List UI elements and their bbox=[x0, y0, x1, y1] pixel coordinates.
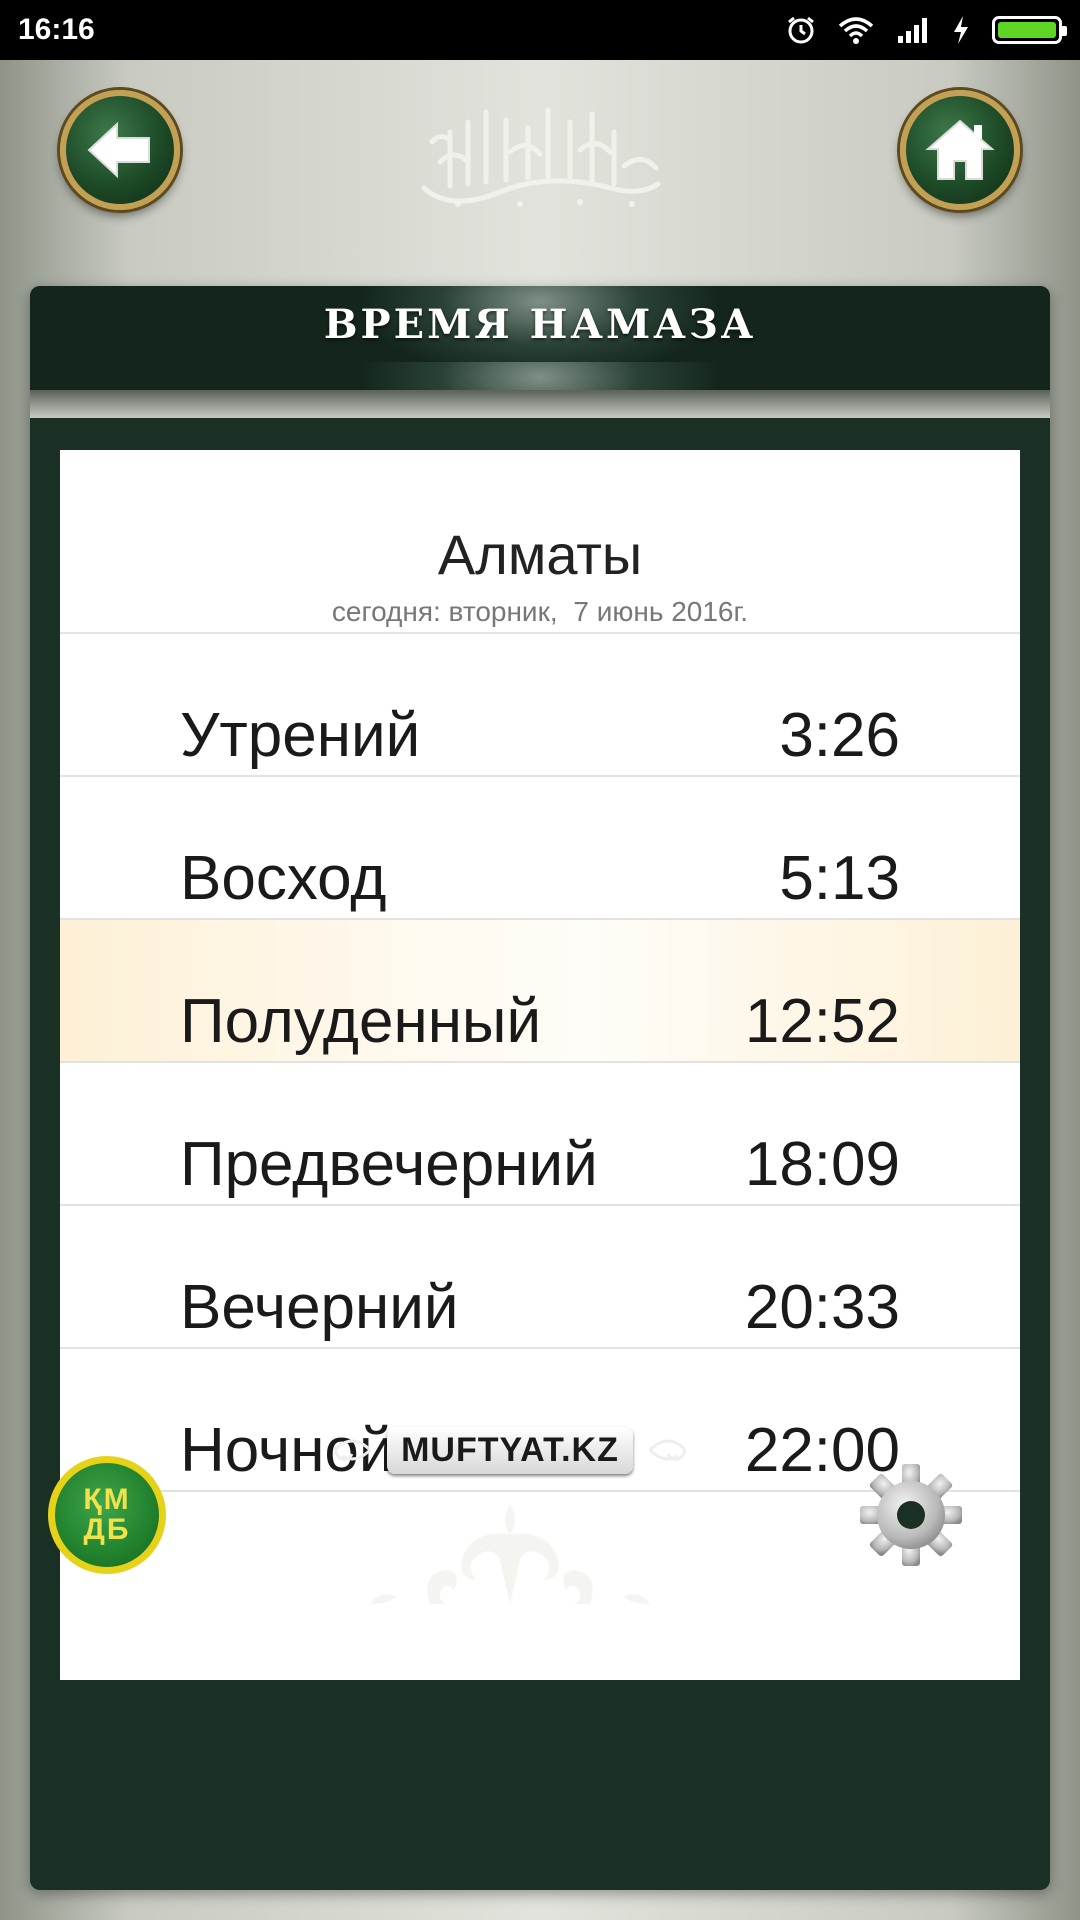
prayer-time: 3:26 bbox=[779, 701, 900, 770]
panel-header: ВРЕМЯ НАМАЗА bbox=[30, 286, 1050, 390]
ornament-right-icon bbox=[648, 1439, 686, 1461]
logo-text: ҚМ ДБ bbox=[83, 1485, 130, 1545]
kazakh-ornament-icon bbox=[370, 1504, 650, 1604]
wifi-icon bbox=[838, 17, 874, 44]
prayer-time: 5:13 bbox=[779, 844, 900, 913]
prayer-time: 20:33 bbox=[744, 1273, 900, 1342]
date-value: 7 июнь 2016г. bbox=[573, 596, 749, 627]
bismillah-calligraphy bbox=[421, 107, 661, 207]
city-name: Алматы bbox=[437, 523, 643, 586]
home-button[interactable] bbox=[900, 90, 1020, 210]
site-label: MUFTYAT.KZ bbox=[387, 1426, 633, 1474]
status-bar: 16:16 bbox=[0, 0, 1080, 60]
back-arrow-icon bbox=[87, 121, 150, 179]
prayer-time: 18:09 bbox=[744, 1130, 900, 1199]
prayer-row-asr[interactable]: Предвечерний 18:09 bbox=[60, 1063, 1020, 1206]
prayer-times-panel: ВРЕМЯ НАМАЗА Алматы сегодня: вторник, 7 … bbox=[30, 286, 1050, 1890]
battery-icon bbox=[992, 16, 1067, 44]
charging-icon bbox=[954, 16, 968, 44]
gear-icon[interactable] bbox=[856, 1460, 966, 1570]
site-banner[interactable]: MUFTYAT.KZ bbox=[330, 1424, 690, 1476]
prayer-name: Восход bbox=[180, 844, 387, 913]
prayer-name: Полуденный bbox=[180, 987, 542, 1056]
panel-title: ВРЕМЯ НАМАЗА bbox=[323, 300, 757, 348]
back-button[interactable] bbox=[60, 90, 180, 210]
prayer-row-maghrib[interactable]: Вечерний 20:33 bbox=[60, 1206, 1020, 1349]
prayer-row-fajr[interactable]: Утрений 3:26 bbox=[60, 634, 1020, 777]
prayer-name: Предвечерний bbox=[180, 1130, 598, 1199]
prayer-time: 12:52 bbox=[744, 987, 900, 1056]
battery-level bbox=[998, 22, 1056, 38]
status-icons bbox=[786, 15, 1067, 45]
header-strip bbox=[30, 390, 1050, 418]
alarm-icon bbox=[788, 16, 814, 44]
logo-text-bottom: ДБ bbox=[83, 1513, 131, 1546]
ornament-left-icon bbox=[334, 1439, 372, 1461]
date-prefix: сегодня: вторник, bbox=[331, 596, 558, 627]
logo-text-top: ҚМ bbox=[83, 1483, 131, 1516]
prayer-row-dhuhr[interactable]: Полуденный 12:52 bbox=[60, 920, 1020, 1063]
date-line: сегодня: вторник, 7 июнь 2016г. bbox=[60, 596, 1020, 628]
prayer-row-sunrise[interactable]: Восход 5:13 bbox=[60, 777, 1020, 920]
muftyat-logo[interactable]: ҚМ ДБ bbox=[48, 1456, 166, 1574]
prayer-name: Утрений bbox=[180, 701, 421, 770]
signal-icon bbox=[898, 18, 927, 43]
home-icon bbox=[925, 119, 995, 180]
prayer-name: Вечерний bbox=[180, 1273, 459, 1342]
status-time: 16:16 bbox=[18, 13, 95, 46]
